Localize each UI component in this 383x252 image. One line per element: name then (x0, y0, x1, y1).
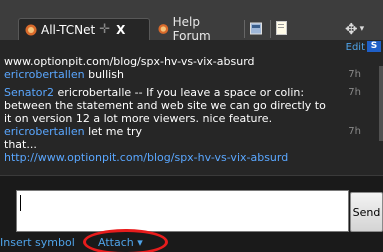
divider (0, 175, 383, 176)
send-button[interactable]: Send (350, 192, 383, 232)
message-line: www.optionpit.com/blog/spx-hv-vs-vix-abs… (4, 55, 255, 68)
message-text: let me try (84, 125, 143, 138)
message-link[interactable]: http://www.optionpit.com/blog/spx-hv-vs-… (4, 151, 334, 164)
tab-bar: All-TCNet ✛ X Help Forum ✥ ▾ (0, 0, 383, 43)
message-time: 7h (348, 69, 361, 80)
tab-label: Help Forum (172, 15, 211, 43)
move-window-icon[interactable]: ✥ (345, 20, 358, 38)
message-time: 7h (348, 87, 361, 98)
chat-globe-icon (25, 24, 37, 35)
username[interactable]: Senator2 (4, 86, 54, 99)
insert-symbol-link[interactable]: Insert symbol (0, 236, 75, 249)
message-time: 7h (348, 126, 361, 137)
message-text: ericrobertalle -- If you leave a space o… (54, 86, 305, 99)
tab-help-forum[interactable]: Help Forum (152, 15, 240, 43)
scrollbar[interactable] (379, 66, 383, 141)
window-tab-icon[interactable] (250, 21, 262, 35)
close-tab-icon[interactable]: X (116, 23, 125, 37)
message-text: bullish (84, 68, 124, 81)
username[interactable]: ericrobertallen (4, 68, 85, 81)
message-line: between the statement and web site we ca… (4, 99, 326, 112)
tab-all-tcnet[interactable]: All-TCNet ✛ X (18, 18, 150, 40)
dropdown-arrow-icon[interactable]: ▾ (360, 24, 365, 34)
chat-messages[interactable]: Edit S www.optionpit.com/blog/spx-hv-vs-… (0, 40, 383, 175)
document-tab-icon[interactable] (276, 21, 288, 35)
tab-separator (270, 20, 271, 38)
chat-message: Senator2 ericrobertalle -- If you leave … (4, 86, 334, 99)
chat-message: ericrobertallen let me try (4, 125, 334, 138)
message-input[interactable] (16, 190, 349, 232)
s-badge[interactable]: S (367, 41, 381, 52)
message-line: it on version 12 a lot more viewers. nic… (4, 112, 273, 125)
tab-label: All-TCNet (41, 22, 96, 37)
username[interactable]: ericrobertallen (4, 125, 85, 138)
drag-handle-icon[interactable]: ✛ (99, 22, 110, 37)
chat-globe-icon (158, 24, 169, 34)
tab-separator (244, 20, 245, 38)
message-line: that... (4, 138, 37, 151)
highlight-circle (83, 229, 168, 252)
chat-message: ericrobertallen bullish (4, 68, 334, 81)
text-cursor (20, 195, 21, 211)
window-controls: ✥ ▾ (343, 18, 383, 40)
edit-link[interactable]: Edit (346, 42, 365, 53)
